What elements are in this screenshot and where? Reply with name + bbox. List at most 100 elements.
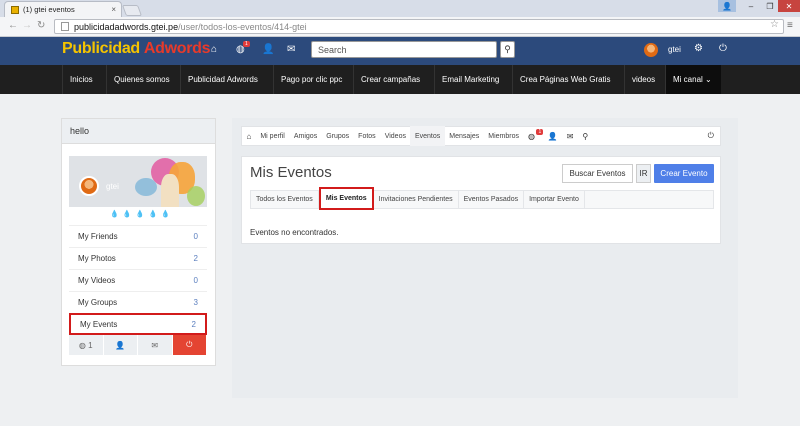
browser-toolbar: ← → ↻ publicidadadwords.gtei.pe /user/to… [0,17,800,37]
messages-button[interactable]: ✉ [138,335,173,355]
tab-close-icon[interactable]: × [111,5,116,14]
home-icon[interactable]: ⌂ [242,126,256,146]
events-tabs: Todos los Eventos Mis Eventos Invitacion… [250,187,714,210]
sidebar-item-friends[interactable]: My Friends 0 [69,225,207,247]
sidebar-item-label: My Photos [78,254,116,263]
sidebar-item-label: My Events [80,319,118,329]
search-button[interactable]: ⚲ [500,41,515,58]
home-icon[interactable]: ⌂ [211,44,217,55]
profile-subnav: ⌂ Mi perfil Amigos Grupos Fotos Videos E… [241,126,721,146]
sidebar-item-events[interactable]: My Events 2 [69,313,207,335]
close-window-button[interactable]: ✕ [778,0,800,12]
back-icon[interactable]: ← [8,20,18,31]
profile-avatar[interactable] [79,176,99,196]
events-card: Mis Eventos Buscar Eventos IR Crear Even… [241,156,721,244]
sidebar-menu: My Friends 0 My Photos 2 My Videos 0 My … [69,225,207,335]
profile-sidebar: hello gtei 💧 💧 💧 💧 💧 My Friends 0 My Pho… [61,118,216,366]
nav-item-mi-canal[interactable]: Mi canal ⌄ [665,65,721,94]
username[interactable]: gtei [668,45,681,54]
power-icon[interactable]: ⏻ [703,126,720,146]
nav-item-crea-paginas[interactable]: Crea Páginas Web Gratis [512,65,618,94]
browser-tabstrip: (1) gtei eventos × 👤 – ❐ ✕ [0,0,800,17]
subnav-item-fotos[interactable]: Fotos [354,126,381,146]
reload-icon[interactable]: ↻ [37,20,45,31]
subnav-item-grupos[interactable]: Grupos [322,126,354,146]
sidebar-item-videos[interactable]: My Videos 0 [69,269,207,291]
sidebar-item-count: 0 [193,276,198,285]
mail-icon: ✉ [151,340,159,350]
profile-name[interactable]: gtei [106,182,119,191]
search-icon[interactable]: ⚲ [578,126,593,146]
forward-icon[interactable]: → [22,20,32,31]
friends-icon[interactable]: 👤 [543,126,562,146]
empty-message: Eventos no encontrados. [250,228,339,237]
avatar[interactable] [644,43,658,57]
sidebar-item-label: My Friends [78,232,118,241]
address-bar[interactable]: publicidadadwords.gtei.pe /user/todos-lo… [54,19,784,34]
bookmark-star-icon[interactable]: ☆ [770,19,779,30]
rating-drop-icon: 💧 [110,211,119,218]
search-placeholder: Search [318,44,347,55]
site-logo[interactable]: Publicidad Adwords [62,40,211,58]
url-host: publicidadadwords.gtei.pe [74,21,179,32]
sidebar-title: hello [62,119,215,144]
nav-item-pago-por-clic[interactable]: Pago por clic ppc [273,65,349,94]
sidebar-item-label: My Groups [78,298,118,307]
nav-item-inicios[interactable]: Inicios [62,65,100,94]
subnav-item-miembros[interactable]: Miembros [484,126,524,146]
new-tab-button[interactable] [121,5,143,16]
nav-item-email-marketing[interactable]: Email Marketing [434,65,506,94]
tab-invitaciones-pendientes[interactable]: Invitaciones Pendientes [374,190,459,209]
site-header: Publicidad Adwords ⌂ ◍ 1 👤 ✉ Search ⚲ gte… [0,37,800,65]
create-event-button[interactable]: Crear Evento [654,164,714,183]
nav-item-crear-campanas[interactable]: Crear campañas [353,65,427,94]
logo-part-1: Publicidad [62,40,140,57]
search-input[interactable]: Search [311,41,497,58]
sidebar-item-photos[interactable]: My Photos 2 [69,247,207,269]
main-content: ⌂ Mi perfil Amigos Grupos Fotos Videos E… [232,118,738,398]
logout-icon[interactable]: ⏻ [719,43,727,54]
notification-badge: 1 [536,129,544,135]
nav-item-publicidad-adwords[interactable]: Publicidad Adwords [180,65,265,94]
browser-tab-title: (1) gtei eventos [23,5,75,14]
tab-importar-evento[interactable]: Importar Evento [524,190,585,209]
sidebar-item-label: My Videos [78,276,116,285]
friends-icon: 👤 [115,340,126,350]
subnav-item-mi-perfil[interactable]: Mi perfil [256,126,290,146]
browser-menu-icon[interactable]: ≡ [787,20,793,31]
rating-drop-icon: 💧 [148,211,158,218]
tab-mis-eventos[interactable]: Mis Eventos [318,187,374,210]
search-events-button[interactable]: Buscar Eventos [562,164,633,183]
go-button[interactable]: IR [636,164,651,183]
logout-button[interactable]: ⏻ [172,335,207,355]
page-title: Mis Eventos [250,164,332,181]
subnav-item-mensajes[interactable]: Mensajes [445,126,484,146]
sidebar-actions: ◍ 1 👤 ✉ ⏻ [69,335,207,355]
tab-eventos-pasados[interactable]: Eventos Pasados [459,190,525,209]
rating-drop-icon: 💧 [135,211,145,218]
subnav-item-videos[interactable]: Videos [380,126,410,146]
friends-icon[interactable]: 👤 [262,44,274,55]
maximize-button[interactable]: ❐ [760,0,780,12]
subnav-item-eventos[interactable]: Eventos [410,126,445,146]
subnav-item-amigos[interactable]: Amigos [289,126,321,146]
sidebar-item-groups[interactable]: My Groups 3 [69,291,207,313]
favicon-icon [11,5,19,14]
minimize-button[interactable]: – [741,0,761,12]
page-icon [61,22,69,31]
mail-icon[interactable]: ✉ [562,126,578,146]
nav-item-videos[interactable]: videos [624,65,662,94]
globe-count: 1 [88,340,93,350]
sidebar-item-count: 2 [191,319,196,329]
globe-notifications-button[interactable]: ◍ 1 [69,335,104,355]
tab-todos-los-eventos[interactable]: Todos los Eventos [251,190,319,209]
gear-icon[interactable]: ⚙ [694,43,703,54]
profile-icon[interactable]: 👤 [718,0,736,12]
globe-icon: ◍ [78,340,86,350]
browser-tab[interactable]: (1) gtei eventos × [4,1,122,17]
friend-requests-button[interactable]: 👤 [103,335,138,355]
sidebar-item-count: 2 [193,254,198,263]
nav-item-quienes-somos[interactable]: Quienes somos [106,65,177,94]
sidebar-item-count: 3 [193,298,198,307]
mail-icon[interactable]: ✉ [287,44,295,55]
